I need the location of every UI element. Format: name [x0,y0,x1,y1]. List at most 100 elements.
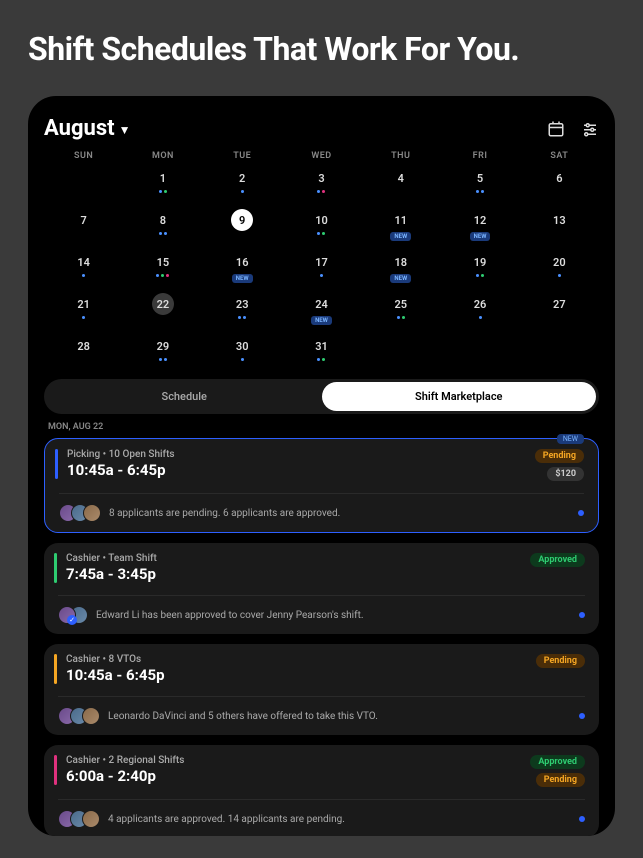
calendar-icon[interactable] [547,120,565,138]
status-badge: Pending [536,773,585,787]
weekday-label: SUN [44,151,123,161]
card-title: Picking • 10 Open Shifts [67,449,175,460]
calendar-day[interactable]: 1 [123,167,202,203]
calendar-day [361,335,440,371]
avatar-stack [58,707,100,725]
avatar-stack [59,504,101,522]
calendar-day[interactable]: 21 [44,293,123,329]
card-time: 7:45a - 3:45p [66,565,157,583]
shift-card[interactable]: Cashier • Team Shift7:45a - 3:45p Approve… [44,543,599,634]
month-label: August [44,116,115,141]
new-badge: NEW [390,274,411,283]
calendar-day[interactable]: 9 [203,209,282,245]
status-badge: Approved [530,755,585,769]
calendar-day[interactable]: 17 [282,251,361,287]
accent-bar [55,449,58,479]
filter-icon[interactable] [581,120,599,138]
card-footer-text: Edward Li has been approved to cover Jen… [96,610,571,621]
calendar-day[interactable]: 22 [123,293,202,329]
accent-bar [54,553,57,583]
calendar-day[interactable]: 4 [361,167,440,203]
new-badge: NEW [557,434,584,444]
shift-card[interactable]: Cashier • 2 Regional Shifts6:00a - 2:40p… [44,745,599,836]
calendar-day[interactable]: 11NEW [361,209,440,245]
card-title: Cashier • 8 VTOs [66,654,165,665]
calendar-day[interactable]: 14 [44,251,123,287]
calendar-day[interactable]: 5 [440,167,519,203]
status-badge: Approved [530,553,585,567]
calendar-day [520,335,599,371]
calendar-day[interactable]: 18NEW [361,251,440,287]
weekday-label: SAT [520,151,599,161]
card-title: Cashier • 2 Regional Shifts [66,755,184,766]
date-label: MON, AUG 22 [48,422,599,432]
status-dot [579,816,585,822]
calendar-day [440,335,519,371]
new-badge: NEW [232,274,253,283]
weekday-label: TUE [203,151,282,161]
calendar-day[interactable]: 15 [123,251,202,287]
avatar-stack [58,810,100,828]
phone-frame: August ▼ SUNMONTUEWEDTHUFRISAT 123456789… [28,96,615,836]
status-dot [579,713,585,719]
calendar-day[interactable]: 12NEW [440,209,519,245]
weekday-header: SUNMONTUEWEDTHUFRISAT [44,151,599,161]
avatar-stack [58,606,88,624]
calendar-day[interactable]: 10 [282,209,361,245]
weekday-label: FRI [440,151,519,161]
card-title: Cashier • Team Shift [66,553,157,564]
avatar [82,707,100,725]
page-headline: Shift Schedules That Work For You. [28,30,615,68]
weekday-label: MON [123,151,202,161]
calendar-day [44,167,123,203]
calendar-day[interactable]: 2 [203,167,282,203]
calendar-day[interactable]: 26 [440,293,519,329]
calendar-day[interactable]: 19 [440,251,519,287]
status-dot [579,612,585,618]
calendar-day[interactable]: 7 [44,209,123,245]
status-badge: $120 [547,467,584,481]
calendar-day[interactable]: 8 [123,209,202,245]
new-badge: NEW [311,316,332,325]
status-badge: Pending [536,654,585,668]
new-badge: NEW [470,232,491,241]
accent-bar [54,755,57,785]
month-picker[interactable]: August ▼ [44,116,131,141]
card-time: 10:45a - 6:45p [66,666,165,684]
card-time: 10:45a - 6:45p [67,461,175,479]
accent-bar [54,654,57,684]
card-footer-text: 4 applicants are approved. 14 applicants… [108,814,571,825]
weekday-label: WED [282,151,361,161]
calendar-day[interactable]: 29 [123,335,202,371]
card-time: 6:00a - 2:40p [66,767,184,785]
shift-card[interactable]: NEWPicking • 10 Open Shifts10:45a - 6:45… [44,438,599,533]
calendar-day[interactable]: 25 [361,293,440,329]
status-badge: Pending [535,449,584,463]
calendar-day[interactable]: 23 [203,293,282,329]
card-footer-text: 8 applicants are pending. 6 applicants a… [109,508,570,519]
card-footer-text: Leonardo DaVinci and 5 others have offer… [108,711,571,722]
calendar-day[interactable]: 2722 [520,293,599,329]
status-dot [578,510,584,516]
avatar [58,606,76,624]
avatar [82,810,100,828]
calendar-grid: 1234567891011NEW12NEW13141516NEW1718NEW1… [44,167,599,371]
tab-schedule[interactable]: Schedule [47,382,322,411]
tab-shift-marketplace[interactable]: Shift Marketplace [322,382,597,411]
shift-card[interactable]: Cashier • 8 VTOs10:45a - 6:45p Pending Leo… [44,644,599,735]
weekday-label: THU [361,151,440,161]
new-badge: NEW [390,232,411,241]
calendar-day[interactable]: 3 [282,167,361,203]
calendar-day[interactable]: 20 [520,251,599,287]
calendar-day[interactable]: 13 [520,209,599,245]
calendar-day[interactable]: 28 [44,335,123,371]
calendar-day[interactable]: 16NEW [203,251,282,287]
avatar [83,504,101,522]
calendar-day[interactable]: 30 [203,335,282,371]
calendar-day[interactable]: 6 [520,167,599,203]
shift-card-list: NEWPicking • 10 Open Shifts10:45a - 6:45… [44,438,599,836]
calendar-day[interactable]: 24NEW [282,293,361,329]
chevron-down-icon: ▼ [119,123,131,137]
segmented-tabs: Schedule Shift Marketplace [44,379,599,414]
calendar-day[interactable]: 31 [282,335,361,371]
